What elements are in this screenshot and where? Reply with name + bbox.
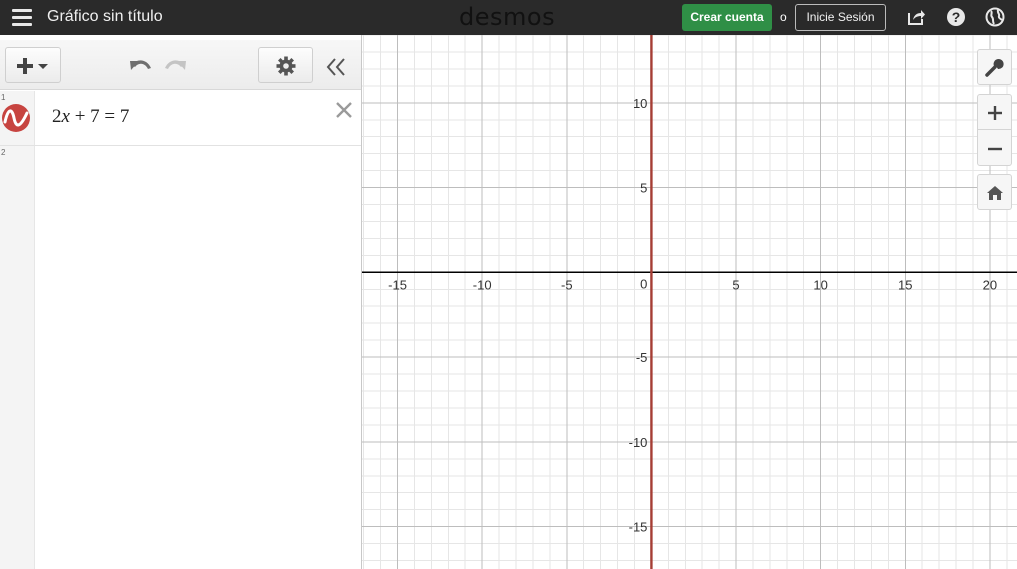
desmos-logo: desmos — [459, 3, 556, 31]
help-icon[interactable]: ? — [946, 7, 966, 27]
svg-text:?: ? — [952, 9, 961, 25]
zoom-in-icon — [988, 106, 1002, 120]
minor-grid — [362, 35, 1017, 569]
zoom-controls — [977, 94, 1012, 166]
add-icon — [17, 58, 48, 74]
graph-canvas[interactable]: -15 -10 -5 0 5 10 15 20 10 5 -5 -10 -15 — [362, 35, 1017, 569]
x-tick-label: -15 — [388, 277, 407, 292]
x-tick-label: 15 — [898, 277, 912, 292]
graph-color-icon[interactable] — [1, 103, 31, 133]
login-button[interactable]: Inicie Sesión — [795, 4, 886, 31]
x-tick-label: -5 — [561, 277, 573, 292]
expression-row-empty[interactable]: 2 — [0, 146, 361, 569]
share-icon[interactable] — [906, 7, 926, 27]
graph-title[interactable]: Gráfico sin título — [47, 8, 163, 26]
expression-index: 2 — [1, 148, 6, 157]
wrench-icon — [985, 59, 1004, 77]
major-grid — [362, 35, 1017, 569]
expression-gutter: 1 — [0, 91, 35, 145]
graph-settings-button[interactable] — [977, 49, 1012, 85]
create-account-button[interactable]: Crear cuenta — [682, 4, 772, 31]
x-tick-label: 10 — [813, 277, 827, 292]
x-tick-label: 20 — [983, 277, 997, 292]
delete-expression-icon[interactable] — [334, 100, 354, 120]
y-tick-label: -15 — [629, 520, 648, 535]
gear-icon — [276, 56, 296, 76]
axes — [362, 35, 1017, 569]
y-tick-label: 5 — [640, 181, 647, 196]
expression-gutter: 2 — [0, 146, 35, 569]
settings-button[interactable] — [258, 47, 313, 83]
undo-icon[interactable] — [128, 56, 154, 76]
panel-toolbar — [0, 40, 361, 90]
default-viewport-button[interactable] — [977, 174, 1012, 210]
zoom-in-button[interactable] — [978, 95, 1011, 130]
home-icon — [987, 186, 1003, 200]
expression-row[interactable]: 1 2x + 7 = 7 — [0, 91, 361, 146]
redo-icon — [165, 60, 186, 70]
or-label: o — [780, 10, 787, 24]
expression-math[interactable]: 2x + 7 = 7 — [52, 106, 129, 128]
y-tick-label: 10 — [633, 96, 647, 111]
y-tick-label: -10 — [629, 435, 648, 450]
graph-svg[interactable]: -15 -10 -5 0 5 10 15 20 10 5 -5 -10 -15 — [362, 35, 1017, 569]
origin-label: 0 — [640, 276, 647, 291]
tick-labels: -15 -10 -5 0 5 10 15 20 10 5 -5 -10 -15 — [388, 96, 997, 535]
x-tick-label: -10 — [473, 277, 492, 292]
zoom-out-button[interactable] — [978, 131, 1011, 166]
expression-panel: 1 2x + 7 = 7 2 — [0, 35, 362, 569]
globe-icon[interactable] — [985, 7, 1005, 27]
zoom-out-icon — [988, 147, 1002, 151]
collapse-panel-icon[interactable] — [325, 57, 347, 77]
y-tick-label: -5 — [636, 350, 648, 365]
expression-index: 1 — [1, 93, 6, 102]
add-item-button[interactable] — [5, 47, 61, 83]
x-tick-label: 5 — [732, 277, 739, 292]
hamburger-icon[interactable] — [12, 9, 32, 26]
top-bar: Gráfico sin título desmos Crear cuenta o… — [0, 0, 1017, 35]
